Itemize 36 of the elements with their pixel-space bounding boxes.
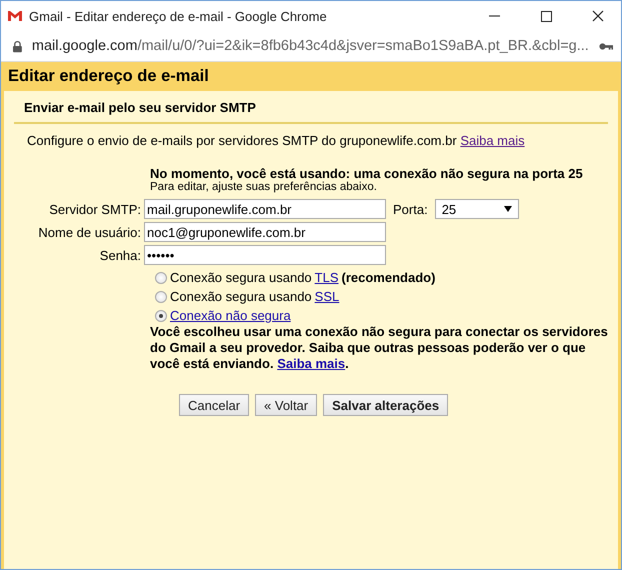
option-link[interactable]: SSL <box>314 289 340 304</box>
option-link[interactable]: TLS <box>314 270 339 285</box>
dialog-button[interactable]: Salvar alterações <box>323 394 448 416</box>
radio-button[interactable] <box>155 290 167 302</box>
warning-text: Você escolheu usar uma conexão não segura para conectar os servidores do Gmail a seu provedor. Saiba que outras pessoas poderão ver o que você está enviando. Saiba mais. <box>150 324 609 372</box>
port-dropdown[interactable]: 25 <box>434 199 519 219</box>
caret-icon <box>504 206 512 212</box>
close-icon <box>592 10 604 22</box>
input-field[interactable]: noc1@gruponewlife.com.br <box>144 222 386 242</box>
dialog-title: Editar endereço de e-mail <box>1 62 621 91</box>
field-label: Nome de usuário: <box>37 224 142 240</box>
window-title: Gmail - Editar endereço de e-mail - Google Chrome <box>29 8 328 24</box>
learn-more-link[interactable]: Saiba mais <box>277 356 346 371</box>
option-label: Conexão segura usando <box>170 270 312 285</box>
option-label: Conexão segura usando <box>170 289 312 304</box>
dialog-button[interactable]: Cancelar <box>179 394 250 416</box>
radio-button[interactable] <box>155 272 167 284</box>
maximize-icon <box>540 10 552 22</box>
minimize-icon <box>488 15 500 17</box>
gmail-logo <box>7 10 23 22</box>
section-title: Enviar e-mail pelo seu servidor SMTP <box>14 91 608 124</box>
intro-text: Configure o envio de e-mails por servidores SMTP do gruponewlife.com.br Saiba mais <box>26 132 526 148</box>
field-label: Servidor SMTP: <box>48 202 142 216</box>
option-note: (recomendado) <box>342 270 436 285</box>
input-field[interactable]: •••••• <box>144 245 386 265</box>
lock-icon <box>13 40 22 52</box>
dialog-button[interactable]: « Voltar <box>255 394 318 416</box>
field-label: Porta: <box>393 202 428 216</box>
status-hint: Para editar, ajuste suas preferências abaixo. <box>150 181 378 193</box>
learn-more-link[interactable]: Saiba mais <box>460 133 525 148</box>
status-headline: No momento, você está usando: uma conexão não segura na porta 25 <box>150 166 584 181</box>
radio-button[interactable] <box>155 310 167 322</box>
key-icon[interactable] <box>598 42 613 50</box>
input-field[interactable]: mail.gruponewlife.com.br <box>144 199 386 219</box>
option-link[interactable]: Conexão não segura <box>170 308 291 323</box>
field-label: Senha: <box>98 248 142 262</box>
